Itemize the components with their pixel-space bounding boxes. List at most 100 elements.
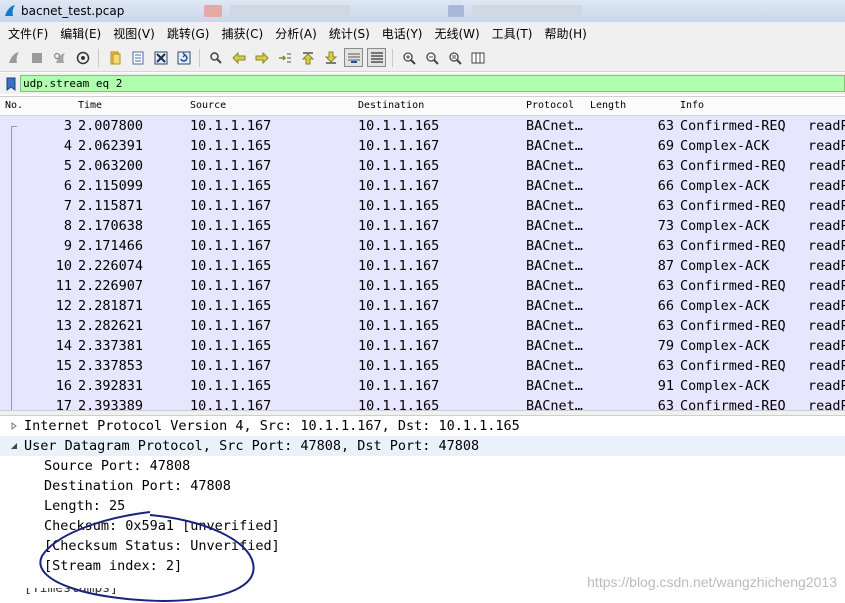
packet-row[interactable]: 11 2.226907 10.1.1.167 10.1.1.165 BACnet… 63 C… [0, 276, 845, 296]
menu-wireless[interactable]: 无线(W) [429, 25, 486, 42]
menu-tools[interactable]: 工具(T) [486, 25, 539, 42]
packet-length: 73 [657, 218, 674, 234]
packet-info-detail: readP [808, 198, 845, 214]
tree-field-row[interactable]: [Checksum Status: Unverified] [0, 536, 845, 556]
zoom-out-icon[interactable] [422, 48, 441, 67]
column-header-info[interactable]: Info [680, 100, 704, 111]
tree-protocol-row[interactable]: Internet Protocol Version 4, Src: 10.1.1… [0, 416, 845, 436]
packet-row[interactable]: 16 2.392831 10.1.1.165 10.1.1.167 BACnet… 91 C… [0, 376, 845, 396]
tree-field-row[interactable]: [Stream index: 2] [0, 556, 845, 576]
packet-info-detail: readP [808, 398, 845, 410]
packet-row[interactable]: 14 2.337381 10.1.1.165 10.1.1.167 BACnet… 79 C… [0, 336, 845, 356]
packet-destination: 10.1.1.167 [358, 338, 440, 354]
save-file-icon[interactable] [128, 48, 147, 67]
tree-field-row[interactable]: Source Port: 47808 [0, 456, 845, 476]
expanded-triangle-icon[interactable] [9, 436, 19, 456]
conversation-bracket-top [11, 126, 17, 127]
tree-row-text: Internet Protocol Version 4, Src: 10.1.1… [24, 418, 520, 434]
packet-protocol: BACnet… [526, 258, 583, 274]
packet-time: 2.171466 [78, 238, 144, 254]
packet-time: 2.115871 [78, 198, 144, 214]
go-to-packet-icon[interactable] [275, 48, 294, 67]
packet-row[interactable]: 3 2.007800 10.1.1.167 10.1.1.165 BACnet… 63 Co… [0, 116, 845, 136]
packet-number: 7 [63, 198, 72, 214]
menu-view[interactable]: 视图(V) [107, 25, 161, 42]
menu-statistics[interactable]: 统计(S) [323, 25, 376, 42]
packet-row[interactable]: 6 2.115099 10.1.1.165 10.1.1.167 BACnet… 66 Co… [0, 176, 845, 196]
tree-field-row[interactable]: Destination Port: 47808 [0, 476, 845, 496]
packet-time: 2.226074 [78, 258, 144, 274]
packet-row[interactable]: 15 2.337853 10.1.1.167 10.1.1.165 BACnet… 63 C… [0, 356, 845, 376]
packet-info: Complex-ACK [680, 298, 770, 314]
reload-file-icon[interactable] [174, 48, 193, 67]
menu-file[interactable]: 文件(F) [2, 25, 54, 42]
packet-info: Confirmed-REQ [680, 278, 786, 294]
column-header-length[interactable]: Length [590, 100, 626, 111]
collapsed-triangle-icon[interactable] [9, 416, 19, 436]
packet-row[interactable]: 8 2.170638 10.1.1.165 10.1.1.167 BACnet… 73 Co… [0, 216, 845, 236]
tree-protocol-row[interactable]: User Datagram Protocol, Src Port: 47808,… [0, 436, 845, 456]
find-packet-icon[interactable] [206, 48, 225, 67]
restart-capture-icon[interactable] [50, 48, 69, 67]
packet-length: 63 [657, 278, 674, 294]
packet-source: 10.1.1.167 [190, 118, 272, 134]
auto-scroll-icon[interactable] [344, 48, 363, 67]
packet-info: Confirmed-REQ [680, 198, 786, 214]
packet-number: 13 [55, 318, 72, 334]
packet-source: 10.1.1.165 [190, 378, 272, 394]
close-file-icon[interactable] [151, 48, 170, 67]
packet-row[interactable]: 10 2.226074 10.1.1.165 10.1.1.167 BACnet… 87 C… [0, 256, 845, 276]
toolbar-separator [392, 48, 393, 67]
packet-length: 69 [657, 138, 674, 154]
go-first-icon[interactable] [298, 48, 317, 67]
column-header-no[interactable]: No. [5, 100, 23, 111]
menu-help[interactable]: 帮助(H) [538, 25, 592, 42]
column-header-time[interactable]: Time [78, 100, 102, 111]
menu-capture[interactable]: 捕获(C) [215, 25, 269, 42]
packet-info-detail: readP [808, 218, 845, 234]
packet-row[interactable]: 5 2.063200 10.1.1.167 10.1.1.165 BACnet… 63 Co… [0, 156, 845, 176]
packet-info-detail: readP [808, 378, 845, 394]
column-header-destination[interactable]: Destination [358, 100, 424, 111]
packet-length: 63 [657, 318, 674, 334]
go-forward-icon[interactable] [252, 48, 271, 67]
menu-edit[interactable]: 编辑(E) [54, 25, 107, 42]
tree-field-row[interactable]: Length: 25 [0, 496, 845, 516]
packet-row[interactable]: 13 2.282621 10.1.1.167 10.1.1.165 BACnet… 63 C… [0, 316, 845, 336]
packet-row[interactable]: 7 2.115871 10.1.1.167 10.1.1.165 BACnet… 63 Co… [0, 196, 845, 216]
go-last-icon[interactable] [321, 48, 340, 67]
packet-source: 10.1.1.167 [190, 278, 272, 294]
normal-size-icon[interactable] [445, 48, 464, 67]
packet-length: 63 [657, 358, 674, 374]
stop-capture-icon[interactable] [27, 48, 46, 67]
packet-number: 9 [63, 238, 72, 254]
display-filter-input[interactable]: udp.stream eq 2 [20, 75, 845, 92]
bookmark-icon[interactable] [3, 75, 18, 92]
go-back-icon[interactable] [229, 48, 248, 67]
packet-details-tree: Internet Protocol Version 4, Src: 10.1.1… [0, 416, 845, 588]
packet-time: 2.282621 [78, 318, 144, 334]
column-header-protocol[interactable]: Protocol [526, 100, 574, 111]
packet-row[interactable]: 4 2.062391 10.1.1.165 10.1.1.167 BACnet… 69 Co… [0, 136, 845, 156]
packet-row[interactable]: 12 2.281871 10.1.1.165 10.1.1.167 BACnet… 66 C… [0, 296, 845, 316]
zoom-in-icon[interactable] [399, 48, 418, 67]
packet-protocol: BACnet… [526, 118, 583, 134]
menu-analyze[interactable]: 分析(A) [269, 25, 323, 42]
packet-row[interactable]: 9 2.171466 10.1.1.167 10.1.1.165 BACnet… 63 Co… [0, 236, 845, 256]
colorize-icon[interactable] [367, 48, 386, 67]
tree-row-text: Destination Port: 47808 [44, 478, 231, 494]
tree-field-row[interactable]: Checksum: 0x59a1 [unverified] [0, 516, 845, 536]
packet-source: 10.1.1.165 [190, 338, 272, 354]
capture-options-icon[interactable] [73, 48, 92, 67]
packet-source: 10.1.1.165 [190, 298, 272, 314]
open-file-icon[interactable] [105, 48, 124, 67]
menu-go[interactable]: 跳转(G) [161, 25, 216, 42]
packet-source: 10.1.1.167 [190, 318, 272, 334]
resize-columns-icon[interactable] [468, 48, 487, 67]
start-capture-icon[interactable] [4, 48, 23, 67]
packet-row[interactable]: 17 2.393389 10.1.1.167 10.1.1.165 BACnet… 63 C… [0, 396, 845, 410]
column-header-source[interactable]: Source [190, 100, 226, 111]
packet-protocol: BACnet… [526, 358, 583, 374]
menu-telephony[interactable]: 电话(Y) [376, 25, 429, 42]
packet-length: 66 [657, 178, 674, 194]
